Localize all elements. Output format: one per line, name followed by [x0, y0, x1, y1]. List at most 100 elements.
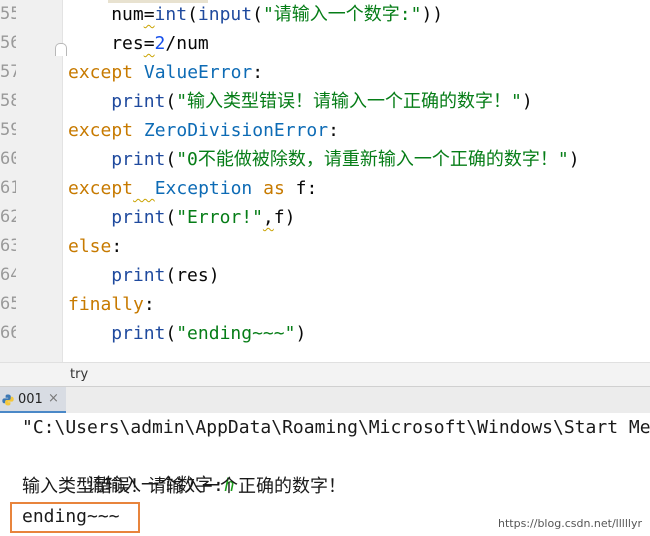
- code-token: /num: [165, 33, 209, 54]
- code-token: print: [111, 265, 166, 286]
- code-text: print(res): [111, 261, 219, 290]
- code-token: =: [143, 4, 155, 25]
- code-text: print("ending~~~"): [111, 319, 306, 348]
- python-icon: [2, 394, 14, 406]
- code-token: else: [68, 236, 112, 257]
- code-line[interactable]: 56 res=2/num: [0, 29, 650, 58]
- code-token: print: [111, 207, 166, 228]
- code-line[interactable]: 62 print("Error!",f): [0, 203, 650, 232]
- code-token: as: [263, 178, 285, 199]
- code-token: (: [165, 149, 177, 170]
- code-text: print("输入类型错误！请输入一个正确的数字！"): [111, 87, 533, 116]
- code-token: input: [197, 4, 253, 25]
- code-token: int: [154, 4, 188, 25]
- code-line[interactable]: 58 print("输入类型错误！请输入一个正确的数字！"): [0, 87, 650, 116]
- code-line[interactable]: 61 except Exception as f:: [0, 174, 650, 203]
- code-line[interactable]: 66 print("ending~~~"): [0, 319, 650, 348]
- code-token: except: [68, 120, 134, 141]
- code-line[interactable]: 63 else:: [0, 232, 650, 261]
- code-line[interactable]: 59 except ZeroDivisionError:: [0, 116, 650, 145]
- code-token: res: [111, 33, 144, 54]
- line-number: 63: [0, 236, 16, 256]
- code-token: "Error!": [176, 207, 263, 228]
- code-line[interactable]: 57 except ValueError:: [0, 58, 650, 87]
- code-token: :: [111, 236, 123, 257]
- code-token: f): [273, 207, 296, 228]
- code-line[interactable]: 60 print("0不能做被除数，请重新输入一个正确的数字！"): [0, 145, 650, 174]
- code-token: finally: [68, 294, 144, 315]
- code-token: ): [568, 149, 580, 170]
- code-token: num: [111, 4, 144, 25]
- code-editor[interactable]: 55 num=int(input("请输入一个数字:")) 56 res=2/num 5…: [0, 0, 650, 362]
- run-tab-label: 001: [18, 392, 43, 407]
- code-token: "0不能做被除数，请重新输入一个正确的数字！": [176, 149, 569, 170]
- output-highlight-box: [10, 502, 140, 533]
- breadcrumb-item-try[interactable]: try: [70, 367, 88, 382]
- line-number: 55: [0, 4, 16, 24]
- code-line[interactable]: 55 num=int(input("请输入一个数字:")): [0, 0, 650, 29]
- ide-window: 55 num=int(input("请输入一个数字:")) 56 res=2/num 5…: [0, 0, 650, 536]
- close-icon[interactable]: ×: [48, 391, 59, 406]
- code-token: ,: [262, 207, 274, 228]
- code-token: except: [68, 62, 134, 83]
- line-number: 58: [0, 91, 16, 111]
- code-token: "输入类型错误！请输入一个正确的数字！": [176, 91, 522, 112]
- console-error-message: 输入类型错误！请输入一个正确的数字！: [22, 476, 346, 497]
- line-number: 61: [0, 178, 16, 198]
- code-line[interactable]: 65 finally:: [0, 290, 650, 319]
- code-text: except Exception as f:: [68, 174, 317, 203]
- watermark: https://blog.csdn.net/lllllyr: [498, 517, 642, 530]
- breadcrumb: try: [0, 362, 650, 387]
- line-number: 56: [0, 33, 16, 53]
- line-number: 66: [0, 323, 16, 343]
- code-token: ): [521, 91, 533, 112]
- code-text: except ValueError:: [68, 58, 263, 87]
- code-text: finally:: [68, 290, 155, 319]
- code-token: (: [165, 207, 177, 228]
- line-number: 57: [0, 62, 16, 82]
- code-text: print("Error!",f): [111, 203, 295, 232]
- code-text: num=int(input("请输入一个数字:")): [111, 0, 443, 29]
- code-text: res=2/num: [111, 29, 209, 58]
- code-token: =: [143, 33, 155, 54]
- code-token: (: [165, 323, 177, 344]
- line-number: 60: [0, 149, 16, 169]
- run-tab-bar: 001 ×: [0, 386, 650, 414]
- run-console-output[interactable]: "C:\Users\admin\AppData\Roaming\Microsof…: [0, 413, 650, 536]
- line-number: 64: [0, 265, 16, 285]
- code-token: f:: [284, 178, 318, 199]
- code-token: (: [187, 4, 198, 25]
- code-token: ZeroDivisionError: [143, 120, 329, 141]
- code-token: "ending~~~": [176, 323, 296, 344]
- code-token: (res): [165, 265, 220, 286]
- line-number: 59: [0, 120, 16, 140]
- code-token: Exception: [154, 178, 253, 199]
- line-number: 62: [0, 207, 16, 227]
- code-text: print("0不能做被除数，请重新输入一个正确的数字！"): [111, 145, 579, 174]
- line-number: 65: [0, 294, 16, 314]
- code-line[interactable]: 64 print(res): [0, 261, 650, 290]
- console-command-line: "C:\Users\admin\AppData\Roaming\Microsof…: [22, 417, 650, 438]
- code-token: 2: [154, 33, 166, 54]
- code-token: ValueError: [143, 62, 253, 83]
- code-token: (: [165, 91, 177, 112]
- run-tab-001[interactable]: 001 ×: [0, 387, 66, 413]
- code-text: except ZeroDivisionError:: [68, 116, 339, 145]
- code-token: (: [252, 4, 263, 25]
- code-token: "请输入一个数字:": [262, 4, 422, 25]
- code-token: print: [111, 323, 166, 344]
- code-token: except: [68, 178, 134, 199]
- code-token: :: [252, 62, 264, 83]
- code-token: print: [111, 149, 166, 170]
- code-token: )): [421, 4, 444, 25]
- code-token: :: [143, 294, 155, 315]
- code-token: :: [328, 120, 339, 141]
- code-text: else:: [68, 232, 122, 261]
- code-lines[interactable]: 55 num=int(input("请输入一个数字:")) 56 res=2/num 5…: [0, 0, 650, 362]
- code-token: print: [111, 91, 166, 112]
- code-token: ): [295, 323, 307, 344]
